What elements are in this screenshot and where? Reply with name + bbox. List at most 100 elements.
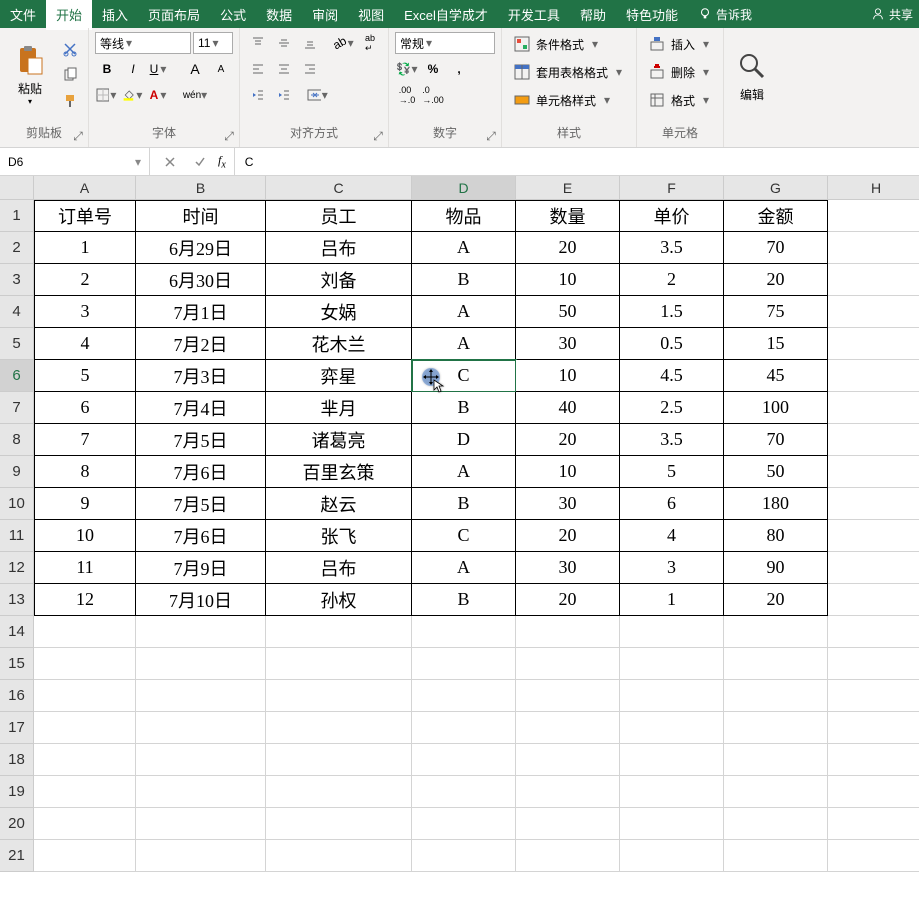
- row-header-9[interactable]: 9: [0, 456, 34, 488]
- cell-E21[interactable]: [516, 840, 620, 872]
- number-launcher-icon[interactable]: ⤢: [485, 129, 497, 141]
- cell-styles-button[interactable]: 单元格样式▾: [508, 88, 618, 112]
- row-header-15[interactable]: 15: [0, 648, 34, 680]
- cell-B21[interactable]: [136, 840, 266, 872]
- cell-H19[interactable]: [828, 776, 919, 808]
- font-color-button[interactable]: A▾: [147, 84, 171, 106]
- cell-G1[interactable]: 金额: [724, 200, 828, 232]
- cell-F11[interactable]: 4: [620, 520, 724, 552]
- tell-me[interactable]: 告诉我: [688, 6, 762, 23]
- tab-insert[interactable]: 插入: [92, 0, 138, 30]
- cell-H7[interactable]: [828, 392, 919, 424]
- cell-G7[interactable]: 100: [724, 392, 828, 424]
- cell-H20[interactable]: [828, 808, 919, 840]
- cell-C16[interactable]: [266, 680, 412, 712]
- cell-G19[interactable]: [724, 776, 828, 808]
- cell-F7[interactable]: 2.5: [620, 392, 724, 424]
- font-name-combo[interactable]: 等线▾: [95, 32, 191, 54]
- cell-C14[interactable]: [266, 616, 412, 648]
- cell-A21[interactable]: [34, 840, 136, 872]
- cell-F6[interactable]: 4.5: [620, 360, 724, 392]
- cell-D9[interactable]: A: [412, 456, 516, 488]
- cell-G2[interactable]: 70: [724, 232, 828, 264]
- cell-H6[interactable]: [828, 360, 919, 392]
- tab-developer[interactable]: 开发工具: [498, 0, 570, 30]
- clipboard-launcher-icon[interactable]: ⤢: [72, 129, 84, 141]
- cell-C17[interactable]: [266, 712, 412, 744]
- cell-E8[interactable]: 20: [516, 424, 620, 456]
- cell-D10[interactable]: B: [412, 488, 516, 520]
- paste-button[interactable]: 粘贴 ▾: [6, 35, 54, 115]
- format-as-table-button[interactable]: 套用表格格式▾: [508, 60, 630, 84]
- cell-B12[interactable]: 7月9日: [136, 552, 266, 584]
- cell-G8[interactable]: 70: [724, 424, 828, 456]
- cell-B3[interactable]: 6月30日: [136, 264, 266, 296]
- enter-formula-button[interactable]: [188, 151, 212, 173]
- wrap-text-button[interactable]: ab↵: [358, 32, 382, 54]
- cell-E11[interactable]: 20: [516, 520, 620, 552]
- cell-F8[interactable]: 3.5: [620, 424, 724, 456]
- column-header-D[interactable]: D: [412, 176, 516, 200]
- delete-cells-button[interactable]: 删除▾: [643, 60, 717, 84]
- cell-A15[interactable]: [34, 648, 136, 680]
- cell-A8[interactable]: 7: [34, 424, 136, 456]
- cell-C1[interactable]: 员工: [266, 200, 412, 232]
- share-button[interactable]: 共享: [865, 6, 919, 23]
- cell-B8[interactable]: 7月5日: [136, 424, 266, 456]
- align-left-button[interactable]: [246, 58, 270, 80]
- column-header-G[interactable]: G: [724, 176, 828, 200]
- cell-B4[interactable]: 7月1日: [136, 296, 266, 328]
- cell-C6[interactable]: 弈星: [266, 360, 412, 392]
- cell-F17[interactable]: [620, 712, 724, 744]
- cell-G5[interactable]: 15: [724, 328, 828, 360]
- row-header-14[interactable]: 14: [0, 616, 34, 648]
- tab-home[interactable]: 开始: [46, 0, 92, 30]
- cell-D17[interactable]: [412, 712, 516, 744]
- format-painter-button[interactable]: [58, 90, 82, 112]
- cell-G11[interactable]: 80: [724, 520, 828, 552]
- alignment-launcher-icon[interactable]: ⤢: [372, 129, 384, 141]
- cell-H9[interactable]: [828, 456, 919, 488]
- cell-F18[interactable]: [620, 744, 724, 776]
- cell-G13[interactable]: 20: [724, 584, 828, 616]
- cell-G18[interactable]: [724, 744, 828, 776]
- cell-E6[interactable]: 10: [516, 360, 620, 392]
- formula-input[interactable]: C: [235, 155, 919, 169]
- cell-F2[interactable]: 3.5: [620, 232, 724, 264]
- column-header-H[interactable]: H: [828, 176, 919, 200]
- tab-review[interactable]: 审阅: [302, 0, 348, 30]
- cell-D11[interactable]: C: [412, 520, 516, 552]
- cell-C20[interactable]: [266, 808, 412, 840]
- cell-D18[interactable]: [412, 744, 516, 776]
- cell-E14[interactable]: [516, 616, 620, 648]
- cell-D2[interactable]: A: [412, 232, 516, 264]
- cell-B16[interactable]: [136, 680, 266, 712]
- cell-D6[interactable]: C: [412, 360, 516, 392]
- cell-A16[interactable]: [34, 680, 136, 712]
- cell-C18[interactable]: [266, 744, 412, 776]
- cell-H12[interactable]: [828, 552, 919, 584]
- decrease-indent-button[interactable]: [246, 84, 270, 106]
- align-center-button[interactable]: [272, 58, 296, 80]
- row-header-21[interactable]: 21: [0, 840, 34, 872]
- cell-A10[interactable]: 9: [34, 488, 136, 520]
- cell-D13[interactable]: B: [412, 584, 516, 616]
- cell-B7[interactable]: 7月4日: [136, 392, 266, 424]
- comma-button[interactable]: ,: [447, 58, 471, 80]
- cell-F13[interactable]: 1: [620, 584, 724, 616]
- cell-F12[interactable]: 3: [620, 552, 724, 584]
- cell-G6[interactable]: 45: [724, 360, 828, 392]
- cell-F1[interactable]: 单价: [620, 200, 724, 232]
- cell-B19[interactable]: [136, 776, 266, 808]
- percent-button[interactable]: %: [421, 58, 445, 80]
- cell-D20[interactable]: [412, 808, 516, 840]
- cell-F19[interactable]: [620, 776, 724, 808]
- cell-E13[interactable]: 20: [516, 584, 620, 616]
- cell-B2[interactable]: 6月29日: [136, 232, 266, 264]
- cell-H21[interactable]: [828, 840, 919, 872]
- cell-B20[interactable]: [136, 808, 266, 840]
- cell-F9[interactable]: 5: [620, 456, 724, 488]
- cell-E12[interactable]: 30: [516, 552, 620, 584]
- cell-D1[interactable]: 物品: [412, 200, 516, 232]
- cell-E7[interactable]: 40: [516, 392, 620, 424]
